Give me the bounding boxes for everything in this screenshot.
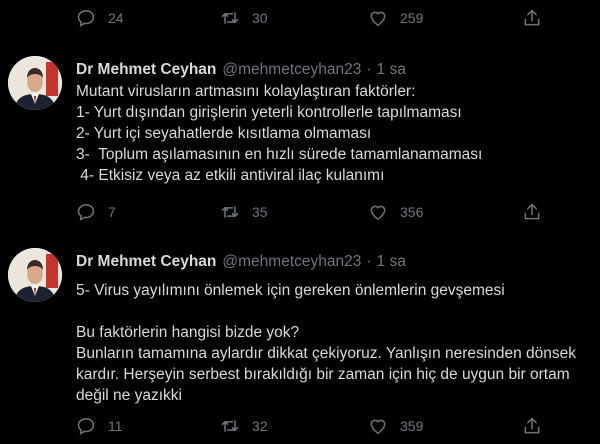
tweet-line: değil ne yazıkki: [76, 387, 182, 404]
retweet-button[interactable]: 30: [220, 6, 268, 30]
share-icon: [524, 9, 540, 26]
reply-count: 7: [108, 204, 116, 220]
tweet-line: Mutant virusların artmasını kolaylaştıra…: [76, 83, 416, 100]
tweet-2[interactable]: Dr Mehmet Ceyhan @mehmetceyhan23 · 1 sa …: [0, 246, 600, 410]
tweet-line: Bunların tamamına aylardır dikkat çekiyo…: [76, 345, 576, 362]
retweet-count: 30: [252, 10, 268, 26]
tweet-line: 3- Toplum aşılamasının en hızlı sürede t…: [76, 146, 483, 163]
avatar-image: [8, 56, 62, 110]
retweet-icon: [221, 12, 239, 24]
tweet-line: 5- Virus yayılımını önlemek için gereken…: [76, 282, 505, 299]
like-count: 359: [400, 418, 424, 434]
tweet-line: Bu faktörlerin hangisi bizde yok?: [76, 324, 300, 341]
share-icon: [524, 203, 540, 220]
reply-button[interactable]: 11: [76, 414, 123, 438]
tweet-text: Mutant virusların artmasını kolaylaştıra…: [76, 81, 596, 186]
tweet-body: Dr Mehmet Ceyhan @mehmetceyhan23 · 1 sa …: [76, 60, 596, 186]
reply-icon: [77, 204, 95, 221]
like-button[interactable]: 359: [368, 414, 423, 438]
tweet-line: 1- Yurt dışından girişlerin yeterli kont…: [76, 104, 462, 121]
share-icon: [524, 417, 540, 434]
reply-count: 24: [108, 10, 124, 26]
tweet-line: 4- Etkisiz veya az etkili antiviral ilaç…: [76, 167, 385, 184]
reply-icon: [77, 10, 95, 27]
tweet-text: 5- Virus yayılımını önlemek için gereken…: [76, 280, 596, 406]
retweet-icon: [221, 420, 239, 432]
share-button[interactable]: [522, 200, 542, 224]
tweet-time[interactable]: 1 sa: [377, 60, 406, 80]
reply-icon: [77, 418, 95, 435]
tweet-line: 2- Yurt içi seyahatlerde kısıtlama olmam…: [76, 125, 372, 142]
like-count: 356: [400, 204, 424, 220]
retweet-icon: [221, 206, 239, 218]
tweet-2-actions: 11 32 359: [0, 414, 600, 438]
heart-icon: [370, 419, 386, 434]
retweet-count: 35: [252, 204, 268, 220]
retweet-button[interactable]: 35: [220, 200, 268, 224]
share-button[interactable]: [522, 414, 542, 438]
tweet-body: Dr Mehmet Ceyhan @mehmetceyhan23 · 1 sa …: [76, 252, 596, 406]
avatar[interactable]: [8, 56, 62, 110]
tweet-1-actions: 7 35 356: [0, 200, 600, 224]
avatar[interactable]: [8, 248, 62, 302]
tweet-header: Dr Mehmet Ceyhan @mehmetceyhan23 · 1 sa: [76, 60, 596, 80]
top-tweet-actions: 24 30 259: [0, 6, 600, 30]
heart-icon: [370, 205, 386, 220]
reply-button[interactable]: 24: [76, 6, 124, 30]
separator-dot: ·: [366, 61, 372, 78]
like-count: 259: [400, 10, 424, 26]
retweet-button[interactable]: 32: [220, 414, 268, 438]
tweet-time[interactable]: 1 sa: [377, 252, 406, 272]
tweet-line: kardır. Herşeyin serbest bırakıldığı bir…: [76, 366, 570, 383]
author-handle[interactable]: @mehmetceyhan23: [222, 60, 361, 80]
tweet-header: Dr Mehmet Ceyhan @mehmetceyhan23 · 1 sa: [76, 252, 596, 272]
author-name[interactable]: Dr Mehmet Ceyhan: [76, 252, 216, 272]
author-name[interactable]: Dr Mehmet Ceyhan: [76, 60, 216, 80]
like-button[interactable]: 356: [368, 200, 423, 224]
reply-count: 11: [108, 418, 123, 434]
avatar-image: [8, 248, 62, 302]
heart-icon: [370, 11, 386, 26]
reply-button[interactable]: 7: [76, 200, 116, 224]
separator-dot: ·: [366, 253, 372, 270]
share-button[interactable]: [522, 6, 542, 30]
retweet-count: 32: [252, 418, 268, 434]
like-button[interactable]: 259: [368, 6, 423, 30]
tweet-line: [76, 301, 596, 322]
author-handle[interactable]: @mehmetceyhan23: [222, 252, 361, 272]
